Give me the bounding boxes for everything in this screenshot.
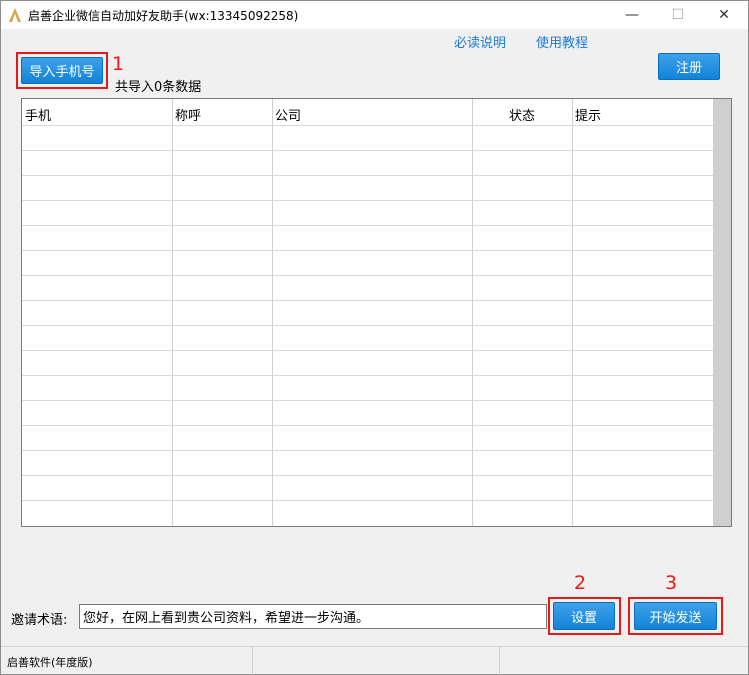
column-status bbox=[473, 99, 573, 526]
table-row bbox=[22, 200, 714, 201]
annotation-step-2: 2 bbox=[574, 572, 587, 594]
title-bar[interactable]: 启善企业微信自动加好友助手(wx:13345092258) — ☐ ✕ bbox=[1, 1, 748, 29]
status-bar: 启善软件(年度版) bbox=[1, 646, 748, 675]
table-row bbox=[22, 300, 714, 301]
header-company[interactable]: 公司 bbox=[275, 105, 301, 124]
status-edition: 启善软件(年度版) bbox=[1, 647, 253, 675]
table-row bbox=[22, 275, 714, 276]
table-row bbox=[22, 400, 714, 401]
column-phone bbox=[22, 99, 173, 526]
invite-label: 邀请术语: bbox=[11, 613, 68, 628]
table-row bbox=[22, 450, 714, 451]
app-window: 启善企业微信自动加好友助手(wx:13345092258) — ☐ ✕ 必读说明… bbox=[0, 0, 749, 675]
minimize-button[interactable]: — bbox=[609, 1, 655, 29]
table-row bbox=[22, 150, 714, 151]
status-segment-2 bbox=[253, 647, 500, 675]
header-phone[interactable]: 手机 bbox=[25, 105, 51, 124]
tutorial-link[interactable]: 使用教程 bbox=[536, 32, 588, 51]
invite-message-input[interactable] bbox=[79, 604, 547, 629]
window-title: 启善企业微信自动加好友助手(wx:13345092258) bbox=[28, 9, 299, 23]
column-hint bbox=[573, 99, 714, 526]
app-logo-icon bbox=[9, 8, 21, 22]
contacts-table[interactable]: 手机 称呼 公司 状态 提示 bbox=[21, 98, 732, 527]
column-salutation bbox=[173, 99, 273, 526]
register-button[interactable]: 注册 bbox=[658, 53, 720, 80]
table-row bbox=[22, 475, 714, 476]
start-send-button[interactable]: 开始发送 bbox=[634, 602, 717, 630]
table-row bbox=[22, 175, 714, 176]
table-row bbox=[22, 225, 714, 226]
header-status[interactable]: 状态 bbox=[509, 105, 535, 124]
annotation-step-3: 3 bbox=[665, 572, 678, 594]
status-segment-3 bbox=[500, 647, 748, 675]
maximize-button[interactable]: ☐ bbox=[655, 1, 701, 29]
import-count-text: 共导入0条数据 bbox=[115, 80, 202, 95]
vertical-scrollbar[interactable] bbox=[713, 99, 731, 526]
table-row bbox=[22, 375, 714, 376]
table-row bbox=[22, 325, 714, 326]
annotation-step-1: 1 bbox=[112, 53, 125, 75]
header-salutation[interactable]: 称呼 bbox=[175, 105, 201, 124]
close-button[interactable]: ✕ bbox=[701, 1, 747, 29]
header-hint[interactable]: 提示 bbox=[575, 105, 601, 124]
column-company bbox=[273, 99, 473, 526]
table-row bbox=[22, 250, 714, 251]
table-grid: 手机 称呼 公司 状态 提示 bbox=[22, 99, 714, 526]
table-row bbox=[22, 350, 714, 351]
table-row bbox=[22, 125, 714, 126]
read-me-link[interactable]: 必读说明 bbox=[454, 32, 506, 51]
table-row bbox=[22, 425, 714, 426]
table-row bbox=[22, 500, 714, 501]
import-phone-button[interactable]: 导入手机号 bbox=[21, 57, 103, 84]
settings-button[interactable]: 设置 bbox=[553, 602, 615, 630]
